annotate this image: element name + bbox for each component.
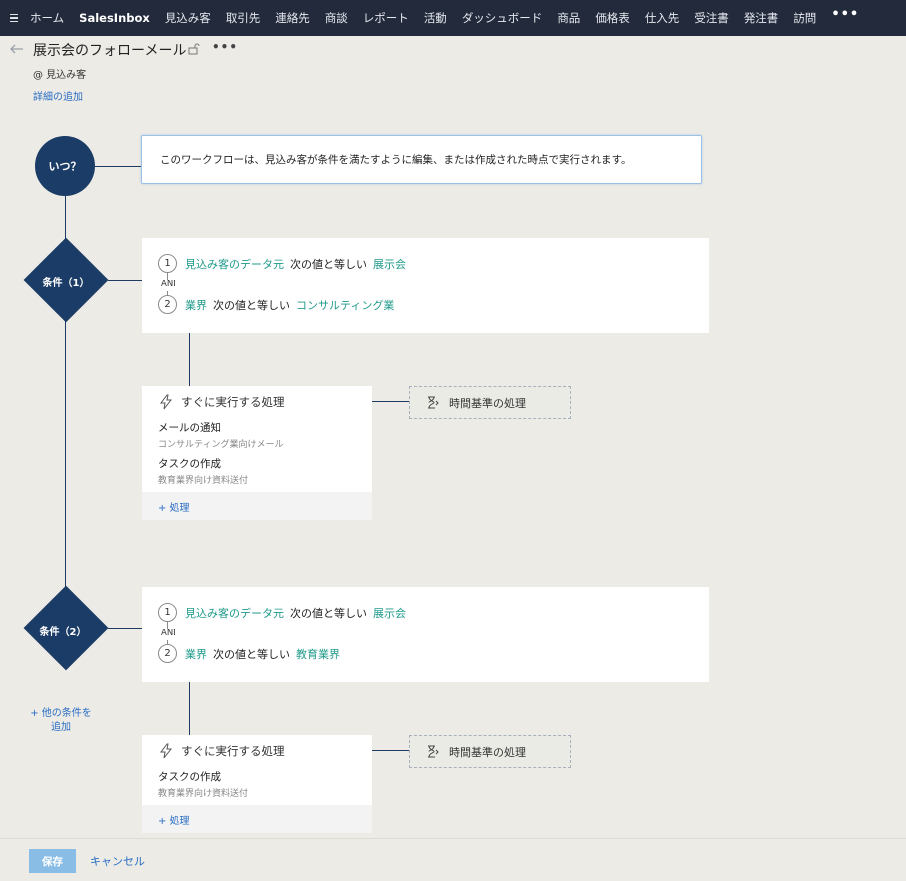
when-node[interactable]: いつ？: [35, 136, 95, 196]
condition-2-label: 条件（2）: [39, 627, 87, 638]
criteria-value: コンサルティング業: [296, 298, 395, 312]
condition-1-criteria[interactable]: 1 見込み客のデータ元 次の値と等しい 展示会 AND 2 業界 次の値と等しい…: [142, 238, 709, 333]
criteria-value: 教育業界: [296, 647, 340, 661]
criteria-operator: 次の値と等しい: [213, 647, 290, 661]
lightning-bolt-icon: [160, 743, 173, 759]
action-item-subtitle: コンサルティング業向けメール: [158, 440, 284, 450]
and-label: AND: [161, 629, 175, 640]
nav-item-salesinbox[interactable]: SalesInbox: [79, 0, 150, 36]
criteria-number: 2: [158, 295, 177, 314]
criteria-number: 2: [158, 644, 177, 663]
criteria-number: 1: [158, 254, 177, 273]
criteria-operator: 次の値と等しい: [290, 257, 367, 271]
nav-item-reports[interactable]: レポート: [363, 0, 409, 36]
condition-1-instant-actions: すぐに実行する処理 メールの通知 コンサルティング業向けメール タスクの作成 教…: [142, 386, 372, 520]
time-based-connector-2: [372, 750, 409, 751]
criteria-operator: 次の値と等しい: [213, 298, 290, 312]
action-item-subtitle: 教育業界向け資料送付: [158, 789, 249, 799]
criteria-row: 1 見込み客のデータ元 次の値と等しい 展示会: [158, 603, 406, 622]
criteria-number: 1: [158, 603, 177, 622]
time-based-actions-button[interactable]: 時間基準の処理: [409, 386, 571, 419]
action-item-title[interactable]: メールの通知: [158, 420, 221, 435]
condition-2-criteria[interactable]: 1 見込み客のデータ元 次の値と等しい 展示会 AND 2 業界 次の値と等しい…: [142, 587, 709, 682]
trigger-description[interactable]: このワークフローは、見込み客が条件を満たすように編集、または作成された時点で実行…: [141, 135, 702, 184]
nav-item-vendors[interactable]: 仕入先: [645, 0, 680, 36]
nav-item-deals[interactable]: 商談: [325, 0, 348, 36]
instant-actions-heading: すぐに実行する処理: [181, 744, 285, 758]
add-condition-link[interactable]: + 他の条件を追加: [30, 707, 92, 735]
trigger-connector: [95, 166, 141, 167]
add-action-button[interactable]: + 処理: [142, 492, 372, 520]
nav-item-visits[interactable]: 訪問: [793, 0, 816, 36]
time-based-actions-button[interactable]: 時間基準の処理: [409, 735, 571, 768]
hourglass-icon: [428, 745, 439, 758]
nav-item-purchase-orders[interactable]: 発注書: [744, 0, 779, 36]
nav-item-dashboards[interactable]: ダッシュボード: [462, 0, 543, 36]
condition-2-connector: [108, 628, 142, 629]
footer-bar: 保存 キャンセル: [0, 838, 906, 881]
time-based-label: 時間基準の処理: [449, 745, 526, 759]
condition-2-instant-actions: すぐに実行する処理 タスクの作成 教育業界向け資料送付 + 処理: [142, 735, 372, 833]
criteria-value: 展示会: [373, 257, 406, 271]
criteria-row: 2 業界 次の値と等しい 教育業界: [158, 644, 340, 663]
nav-item-home[interactable]: ホーム: [30, 0, 64, 36]
condition-2-action-line: [189, 682, 190, 735]
criteria-field: 見込み客のデータ元: [185, 257, 284, 271]
back-arrow-icon[interactable]: [9, 41, 25, 57]
page-title: 展示会のフォローメール: [33, 43, 187, 59]
action-item-title[interactable]: タスクの作成: [158, 456, 221, 471]
condition-1-action-line: [189, 333, 190, 386]
hourglass-icon: [428, 396, 439, 409]
instant-actions-heading: すぐに実行する処理: [181, 395, 285, 409]
instant-actions-header: すぐに実行する処理: [158, 394, 285, 410]
condition-1-connector: [108, 280, 142, 281]
and-label: AND: [161, 280, 175, 291]
criteria-row: 1 見込み客のデータ元 次の値と等しい 展示会: [158, 254, 406, 273]
nav-item-accounts[interactable]: 取引先: [226, 0, 261, 36]
criteria-field: 業界: [185, 647, 207, 661]
time-based-label: 時間基準の処理: [449, 396, 526, 410]
module-label: @ 見込み客: [33, 70, 87, 81]
nav-item-products[interactable]: 商品: [557, 0, 580, 36]
criteria-value: 展示会: [373, 606, 406, 620]
nav-item-leads[interactable]: 見込み客: [165, 0, 211, 36]
criteria-row: 2 業界 次の値と等しい コンサルティング業: [158, 295, 394, 314]
criteria-operator: 次の値と等しい: [290, 606, 367, 620]
time-based-connector-1: [372, 401, 409, 402]
cancel-button[interactable]: キャンセル: [90, 853, 145, 869]
nav-more-icon[interactable]: •••: [831, 7, 859, 22]
criteria-field: 業界: [185, 298, 207, 312]
instant-actions-header: すぐに実行する処理: [158, 743, 285, 759]
nav-item-activities[interactable]: 活動: [424, 0, 447, 36]
criteria-field: 見込み客のデータ元: [185, 606, 284, 620]
save-button[interactable]: 保存: [29, 849, 76, 873]
nav-item-price-books[interactable]: 価格表: [595, 0, 630, 36]
add-details-link[interactable]: 詳細の追加: [33, 88, 83, 103]
nav-item-sales-orders[interactable]: 受注書: [694, 0, 729, 36]
lightning-bolt-icon: [160, 394, 173, 410]
action-item-title[interactable]: タスクの作成: [158, 769, 221, 784]
unlock-icon[interactable]: [188, 43, 200, 55]
top-navigation: ホーム SalesInbox 見込み客 取引先 連絡先 商談 レポート 活動 ダ…: [0, 0, 906, 36]
condition-1-label: 条件（1）: [42, 278, 90, 289]
title-more-icon[interactable]: •••: [212, 40, 238, 54]
nav-item-contacts[interactable]: 連絡先: [275, 0, 310, 36]
action-item-subtitle: 教育業界向け資料送付: [158, 476, 249, 486]
add-action-button[interactable]: + 処理: [142, 805, 372, 833]
hamburger-menu-icon[interactable]: [6, 0, 22, 36]
